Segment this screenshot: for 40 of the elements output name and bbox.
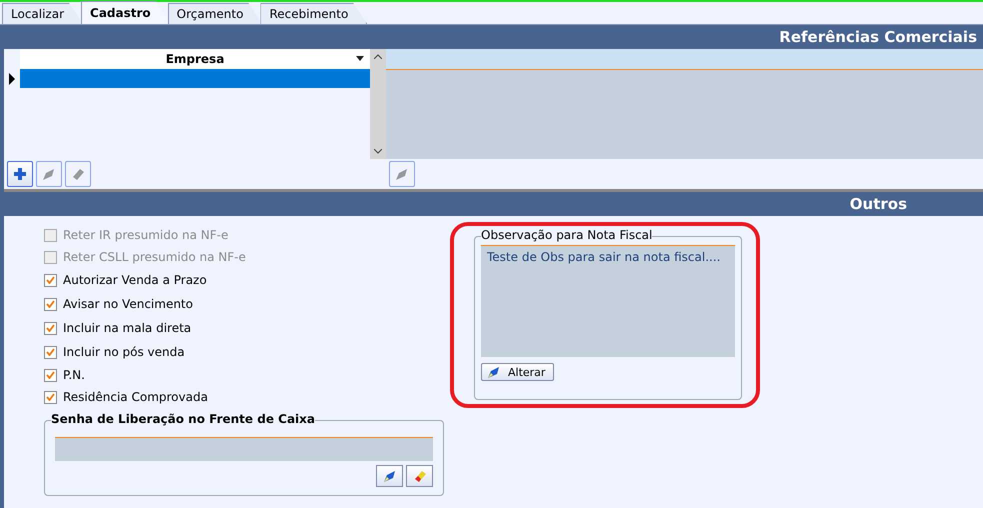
group-title: Observação para Nota Fiscal [481, 228, 652, 242]
tab[interactable]: Cadastro [81, 1, 170, 24]
checkbox-label: Residência Comprovada [63, 390, 208, 404]
plus-icon [13, 167, 27, 181]
pen-icon [382, 468, 398, 484]
row-indicator-icon [8, 72, 16, 84]
erase-button[interactable] [406, 465, 433, 487]
checkbox[interactable] [44, 368, 57, 382]
scrollbar[interactable] [370, 49, 386, 159]
checkbox-label: Incluir no pós venda [63, 345, 185, 359]
checkbox-label: P.N. [63, 368, 85, 382]
checkbox-label: Reter IR presumido na NF-e [63, 228, 228, 242]
tab[interactable]: Recebimento [260, 3, 368, 24]
group-title: Senha de Liberação no Frente de Caixa [51, 412, 315, 426]
checkbox[interactable] [44, 322, 57, 334]
column-header[interactable]: Empresa [20, 49, 370, 69]
pen-icon [394, 166, 410, 182]
section-header: Outros [4, 192, 983, 216]
pen-icon [41, 166, 57, 182]
checkbox-label: Reter CSLL presumido na NF-e [63, 250, 246, 264]
checkbox[interactable] [44, 298, 57, 310]
edit-button[interactable] [376, 465, 403, 487]
tab[interactable]: Localizar [2, 3, 84, 24]
checkbox[interactable] [44, 346, 57, 358]
checkbox[interactable] [44, 274, 57, 286]
pen-icon [486, 364, 502, 380]
notes-field[interactable]: Teste de Obs para sair na nota fiscal.... [481, 245, 735, 357]
checkbox[interactable] [44, 390, 57, 404]
checkbox-label: Avisar no Vencimento [63, 297, 193, 311]
checkbox-label: Autorizar Venda a Prazo [63, 273, 207, 287]
section-header: Referências Comerciais [4, 25, 983, 49]
alter-button[interactable]: Alterar [481, 363, 554, 381]
checkbox-label: Incluir na mala direta [63, 321, 192, 335]
eraser-icon [70, 166, 86, 182]
scroll-down-icon[interactable] [374, 149, 382, 154]
tab[interactable]: Orçamento [168, 3, 262, 24]
add-button[interactable] [7, 161, 33, 187]
scroll-up-icon[interactable] [374, 54, 382, 59]
password-field[interactable] [55, 437, 433, 461]
dropdown-icon [356, 56, 364, 61]
